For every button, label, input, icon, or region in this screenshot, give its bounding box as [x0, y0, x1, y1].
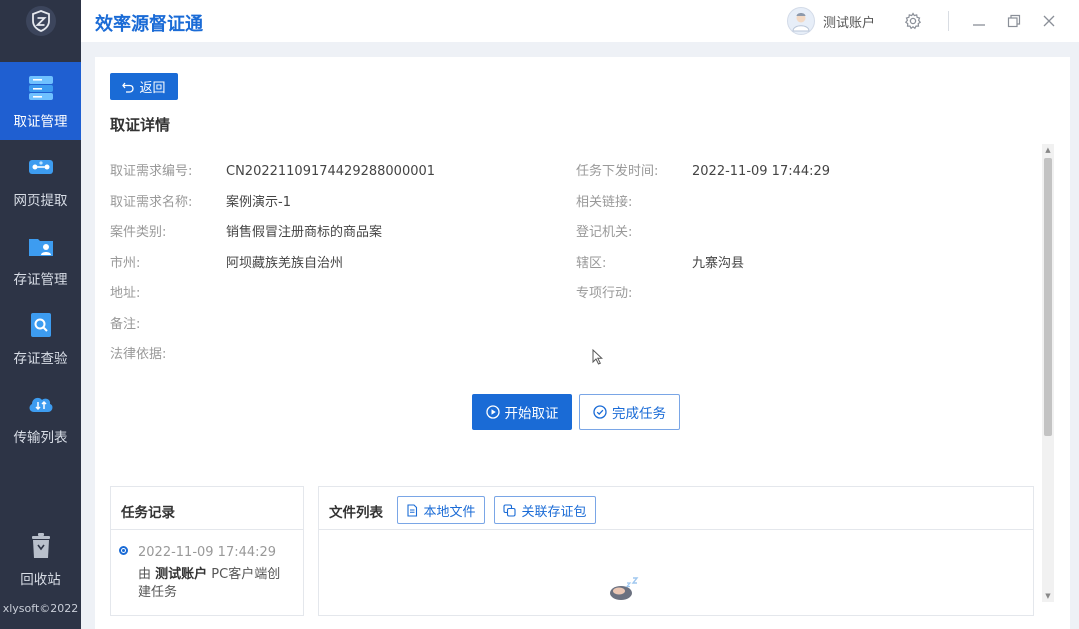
file-list-title: 文件列表 [329, 501, 383, 521]
field-address: 地址: [110, 282, 226, 301]
link-package-label: 关联存证包 [521, 501, 586, 520]
network-icon [25, 151, 57, 183]
field-remark: 备注: [110, 313, 226, 332]
sidebar-item-label: 传输列表 [14, 426, 68, 446]
folder-user-icon [25, 230, 57, 262]
file-list-panel: 文件列表 本地文件 关联存证包 [318, 486, 1034, 616]
user-name: 测试账户 [823, 12, 875, 31]
scroll-up-arrow-icon[interactable]: ▲ [1042, 144, 1054, 156]
start-evidence-label: 开始取证 [505, 402, 559, 422]
back-button-label: 返回 [139, 77, 165, 96]
undo-arrow-icon [122, 81, 134, 93]
task-record-panel: 任务记录 2022-11-09 17:44:29 由 测试账户 PC客户端创建任… [110, 486, 304, 616]
shield-logo-icon [26, 6, 56, 36]
sidebar-item-storage-verification[interactable]: 存证查验 [0, 299, 81, 377]
field-registration-authority: 登记机关: [576, 221, 692, 240]
header-divider [948, 11, 949, 31]
timeline-dot [119, 546, 128, 555]
mouse-cursor-icon [592, 349, 603, 369]
task-record-header: 任务记录 [111, 487, 303, 530]
sidebar-item-label: 取证管理 [14, 110, 68, 130]
user-menu[interactable]: 测试账户 [787, 7, 875, 35]
app-logo [0, 0, 81, 42]
play-circle-icon [486, 405, 500, 419]
scroll-thumb[interactable] [1044, 158, 1052, 436]
gear-icon[interactable] [903, 11, 923, 31]
field-case-category: 案件类别:销售假冒注册商标的商品案 [110, 221, 382, 240]
complete-task-label: 完成任务 [612, 402, 666, 422]
timeline-time: 2022-11-09 17:44:29 [138, 545, 276, 560]
start-evidence-button[interactable]: 开始取证 [472, 394, 572, 430]
field-request-name: 取证需求名称:案例演示-1 [110, 191, 291, 210]
sidebar-item-label: 网页提取 [14, 189, 68, 209]
local-files-button[interactable]: 本地文件 [397, 496, 485, 524]
field-special-action: 专项行动: [576, 282, 692, 301]
app-title: 效率源督证通 [95, 10, 203, 36]
timeline-text: 由 测试账户 PC客户端创建任务 [138, 566, 290, 602]
link-package-button[interactable]: 关联存证包 [494, 496, 596, 524]
avatar [787, 7, 815, 35]
field-city: 市州:阿坝藏族羌族自治州 [110, 252, 343, 271]
sidebar-item-evidence-management[interactable]: 取证管理 [0, 62, 81, 140]
sidebar: 取证管理 网页提取 存证管理 存证查验 传输列表 回收站 xlysoft©202… [0, 0, 81, 629]
doc-search-icon [25, 309, 57, 341]
task-record-title: 任务记录 [121, 501, 175, 521]
back-button[interactable]: 返回 [110, 73, 178, 100]
sidebar-item-recycle-bin[interactable]: 回收站 [0, 520, 81, 598]
field-issue-time: 任务下发时间:2022-11-09 17:44:29 [576, 160, 830, 179]
file-list-header: 文件列表 本地文件 关联存证包 [319, 487, 1033, 530]
restore-icon[interactable] [1004, 11, 1024, 31]
sidebar-item-web-extraction[interactable]: 网页提取 [0, 141, 81, 219]
server-icon [25, 72, 57, 104]
vertical-scrollbar[interactable]: ▲ ▼ [1042, 144, 1054, 602]
sidebar-item-label: 存证管理 [14, 268, 68, 288]
sidebar-item-transfer-list[interactable]: 传输列表 [0, 378, 81, 456]
field-jurisdiction: 辖区:九寨沟县 [576, 252, 744, 271]
field-related-link: 相关链接: [576, 191, 692, 210]
document-icon [406, 504, 418, 517]
detail-card: 返回 取证详情 取证需求编号:CN20221109174429288000001… [95, 57, 1070, 629]
local-files-label: 本地文件 [423, 501, 475, 520]
field-legal-basis: 法律依据: [110, 343, 226, 362]
trash-icon [25, 530, 57, 562]
copy-link-icon [503, 504, 516, 517]
cloud-transfer-icon [25, 388, 57, 420]
empty-state-illustration-icon [609, 573, 643, 607]
sidebar-item-storage-management[interactable]: 存证管理 [0, 220, 81, 298]
scroll-down-arrow-icon[interactable]: ▼ [1042, 590, 1054, 602]
complete-task-button[interactable]: 完成任务 [579, 394, 680, 430]
title-bar: 效率源督证通 测试账户 [81, 0, 1079, 42]
section-title: 取证详情 [110, 114, 170, 135]
minimize-icon[interactable] [969, 11, 989, 31]
check-circle-icon [593, 405, 607, 419]
field-request-number: 取证需求编号:CN20221109174429288000001 [110, 160, 435, 179]
close-icon[interactable] [1039, 11, 1059, 31]
sidebar-item-label: 回收站 [20, 568, 61, 588]
copyright-text: xlysoft©2022 [0, 602, 81, 615]
sidebar-item-label: 存证查验 [14, 347, 68, 367]
